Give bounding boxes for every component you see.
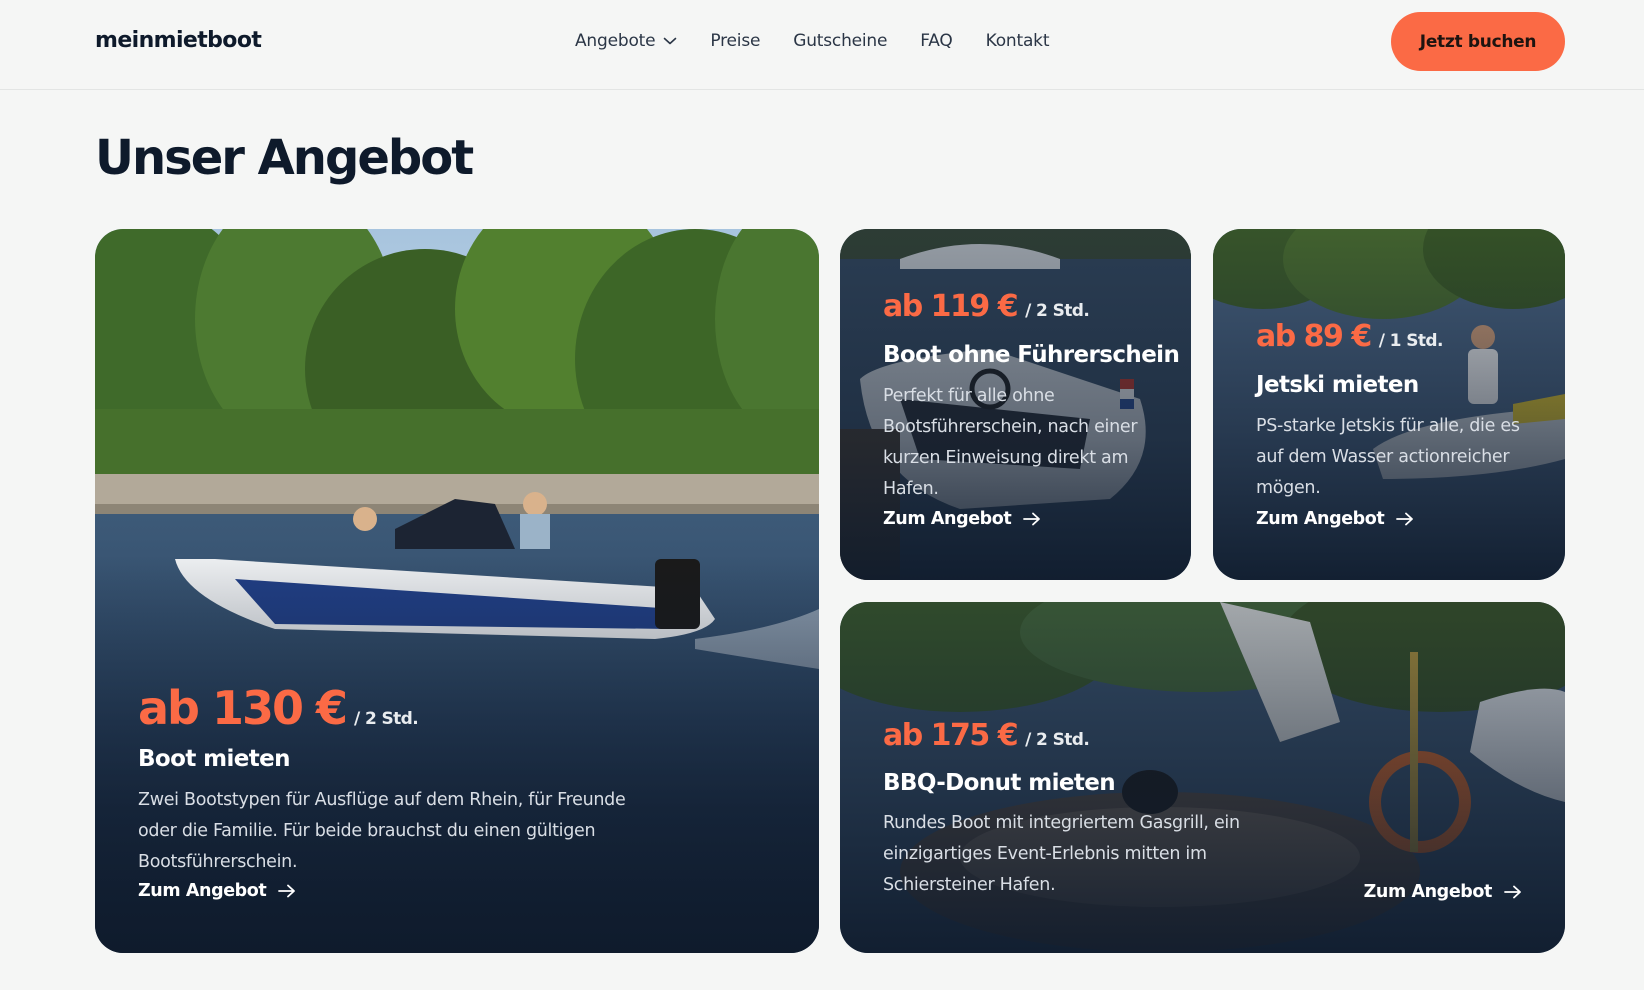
price-value: ab 175 € xyxy=(883,718,1019,753)
offer-link-label: Zum Angebot xyxy=(1256,509,1385,529)
arrow-right-icon xyxy=(1504,885,1521,899)
card-title: Boot mieten xyxy=(138,746,291,772)
offer-card-jetski-mieten[interactable]: ab 89 € / 1 Std. Jetski mieten PS-starke… xyxy=(1213,229,1565,580)
card-title: BBQ-Donut mieten xyxy=(883,770,1116,796)
site-logo[interactable]: meinmietboot xyxy=(95,28,262,53)
offer-link[interactable]: Zum Angebot xyxy=(1256,509,1414,529)
offer-link[interactable]: Zum Angebot xyxy=(1364,882,1522,902)
nav-item-angebote[interactable]: Angebote xyxy=(575,31,677,51)
arrow-right-icon xyxy=(278,884,296,898)
card-title: Boot ohne Führerschein xyxy=(883,342,1180,368)
card-description: Rundes Boot mit integriertem Gasgrill, e… xyxy=(883,813,1240,895)
nav-item-label: Angebote xyxy=(575,31,656,51)
nav-item-faq[interactable]: FAQ xyxy=(920,31,953,51)
price-unit: / 1 Std. xyxy=(1378,331,1444,351)
price-unit: / 2 Std. xyxy=(1025,730,1090,750)
arrow-right-icon xyxy=(1023,512,1041,526)
chevron-down-icon xyxy=(664,37,677,45)
offer-link[interactable]: Zum Angebot xyxy=(883,509,1041,529)
offer-link-label: Zum Angebot xyxy=(883,509,1012,529)
price: ab 175 € / 2 Std. xyxy=(883,718,1090,753)
price-value: ab 119 € xyxy=(883,289,1019,324)
arrow-right-icon xyxy=(1396,512,1414,526)
card-description: Zwei Bootstypen für Ausflüge auf dem Rhe… xyxy=(138,790,626,872)
price: ab 89 € / 1 Std. xyxy=(1256,319,1443,354)
offer-card-boot-ohne-fuehrerschein[interactable]: ab 119 € / 2 Std. Boot ohne Führerschein… xyxy=(840,229,1191,580)
price: ab 130 € / 2 Std. xyxy=(138,681,419,735)
offer-link-label: Zum Angebot xyxy=(1363,882,1493,902)
offer-link[interactable]: Zum Angebot xyxy=(138,881,296,901)
card-description: Perfekt für alle ohne Bootsführerschein,… xyxy=(883,386,1138,499)
card-description: PS-starke Jetskis für alle, die es auf d… xyxy=(1256,416,1520,498)
offer-link-label: Zum Angebot xyxy=(138,881,267,901)
nav-item-kontakt[interactable]: Kontakt xyxy=(986,31,1050,51)
offer-card-bbq-donut-mieten[interactable]: ab 175 € / 2 Std. BBQ-Donut mieten Runde… xyxy=(840,602,1565,953)
site-header: meinmietboot Angebote Preise Gutscheine … xyxy=(0,0,1644,90)
price-value: ab 89 € xyxy=(1256,319,1372,354)
book-now-button[interactable]: Jetzt buchen xyxy=(1391,12,1565,71)
offer-card-boot-mieten[interactable]: ab 130 € / 2 Std. Boot mieten Zwei Boots… xyxy=(95,229,819,953)
price: ab 119 € / 2 Std. xyxy=(883,289,1090,324)
price-value: ab 130 € xyxy=(138,681,348,735)
page-title: Unser Angebot xyxy=(95,130,474,186)
main-nav: Angebote Preise Gutscheine FAQ Kontakt xyxy=(575,31,1049,51)
card-title: Jetski mieten xyxy=(1256,372,1419,398)
nav-item-gutscheine[interactable]: Gutscheine xyxy=(793,31,887,51)
price-unit: / 2 Std. xyxy=(354,709,419,729)
nav-item-preise[interactable]: Preise xyxy=(710,31,760,51)
price-unit: / 2 Std. xyxy=(1025,301,1090,321)
